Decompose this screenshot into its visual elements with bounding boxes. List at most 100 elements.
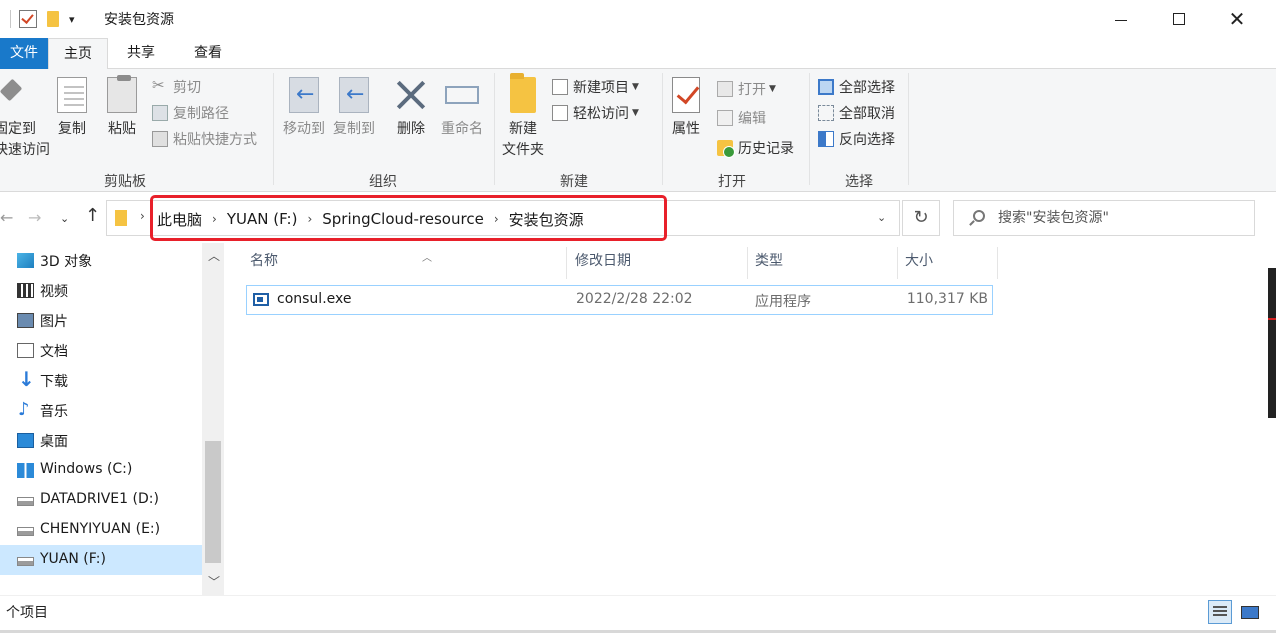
paste-button[interactable]: 粘贴: [104, 75, 140, 140]
sidebar-item-pictures[interactable]: 图片: [0, 305, 202, 335]
edit-icon: [717, 110, 733, 126]
scroll-thumb[interactable]: [205, 441, 221, 563]
easy-access-button[interactable]: 轻松访问 ▼: [552, 102, 639, 124]
sidebar-item-drive-c[interactable]: Windows (C:): [0, 455, 202, 485]
history-button[interactable]: 历史记录: [717, 137, 794, 159]
easy-access-label: 轻松访问: [573, 106, 629, 122]
maximize-icon: [1173, 13, 1185, 25]
column-header-date[interactable]: 修改日期: [571, 249, 746, 283]
refresh-button[interactable]: ↻: [902, 200, 940, 236]
qat-separator: [10, 10, 11, 28]
title-bar: ▾ 安装包资源 ✕: [0, 0, 1276, 38]
maximize-button[interactable]: [1150, 0, 1208, 38]
new-item-icon: [552, 79, 568, 95]
new-item-button[interactable]: 新建项目 ▼: [552, 76, 639, 98]
paste-shortcut-button[interactable]: 粘贴快捷方式: [152, 128, 257, 150]
sidebar-item-downloads[interactable]: 下载: [0, 365, 202, 395]
column-divider[interactable]: [997, 247, 998, 279]
sidebar-item-desktop[interactable]: 桌面: [0, 425, 202, 455]
delete-button[interactable]: 删除: [392, 77, 430, 140]
rename-icon: [445, 86, 479, 104]
large-icons-view-icon[interactable]: [1237, 600, 1261, 624]
tab-share[interactable]: 共享: [116, 38, 166, 69]
sort-ascending-icon: ︿: [422, 253, 432, 264]
copy-button[interactable]: 复制: [54, 77, 90, 140]
tab-home[interactable]: 主页: [48, 38, 108, 70]
column-header-name[interactable]: 名称 ︿: [246, 249, 566, 283]
drive-icon: [17, 527, 34, 536]
paste-label: 粘贴: [108, 121, 136, 137]
sidebar-item-label: 桌面: [40, 434, 68, 450]
details-view-icon[interactable]: [1208, 600, 1232, 624]
search-box[interactable]: [953, 200, 1255, 236]
status-item-count: 个项目: [6, 605, 48, 621]
properties-check-icon[interactable]: [19, 10, 37, 28]
pin-to-quick-access-button[interactable]: 固定到 快速访问: [0, 77, 50, 161]
desktop-icon: [17, 433, 34, 448]
customize-qat-icon[interactable]: ▾: [69, 13, 75, 26]
address-dropdown-icon[interactable]: ⌄: [877, 211, 886, 224]
sidebar-item-videos[interactable]: 视频: [0, 275, 202, 305]
sidebar-item-drive-e[interactable]: CHENYIYUAN (E:): [0, 515, 202, 545]
sidebar-item-documents[interactable]: 文档: [0, 335, 202, 365]
invert-selection-button[interactable]: 反向选择: [818, 128, 895, 150]
search-input[interactable]: [998, 208, 1238, 228]
copy-path-icon: [152, 105, 168, 121]
group-label-open: 打开: [718, 174, 746, 190]
group-label-clipboard: 剪贴板: [104, 174, 146, 190]
forward-icon[interactable]: →: [28, 208, 41, 227]
cut-button[interactable]: 剪切: [152, 76, 201, 98]
paste-icon: [107, 75, 137, 113]
scroll-up-icon[interactable]: ︿: [208, 247, 220, 264]
properties-button[interactable]: 属性: [668, 77, 704, 140]
3d-objects-icon: [17, 253, 34, 268]
select-all-label: 全部选择: [839, 80, 895, 96]
sidebar-item-music[interactable]: 音乐: [0, 395, 202, 425]
sidebar-item-3d-objects[interactable]: 3D 对象: [0, 245, 202, 275]
column-divider[interactable]: [566, 247, 567, 279]
back-icon[interactable]: ←: [0, 208, 13, 227]
cut-label: 剪切: [173, 80, 201, 96]
rename-button[interactable]: 重命名: [438, 77, 486, 140]
group-separator: [809, 73, 810, 185]
sidebar-scrollbar[interactable]: ︿ ﹀: [202, 243, 224, 595]
group-separator: [908, 73, 909, 185]
new-folder-icon[interactable]: [47, 11, 59, 27]
tab-view[interactable]: 查看: [180, 38, 236, 69]
rename-label: 重命名: [441, 121, 483, 137]
tab-file[interactable]: 文件: [0, 38, 48, 69]
group-separator: [662, 73, 663, 185]
history-label: 历史记录: [738, 141, 794, 157]
minimize-button[interactable]: [1092, 0, 1150, 38]
sidebar-item-drive-f[interactable]: YUAN (F:): [0, 545, 202, 575]
breadcrumb-separator[interactable]: ›: [140, 209, 145, 223]
music-icon: [17, 399, 34, 420]
column-header-size[interactable]: 大小: [901, 249, 996, 283]
column-header-type[interactable]: 类型: [751, 249, 895, 283]
exe-icon: [253, 293, 269, 306]
copy-to-button[interactable]: 复制到: [330, 77, 378, 140]
sidebar-item-drive-d[interactable]: DATADRIVE1 (D:): [0, 485, 202, 515]
new-folder-label-line1: 新建: [509, 121, 537, 137]
close-button[interactable]: ✕: [1208, 0, 1266, 38]
select-all-button[interactable]: 全部选择: [818, 76, 895, 98]
move-to-button[interactable]: 移动到: [280, 77, 328, 140]
copy-path-button[interactable]: 复制路径: [152, 102, 229, 124]
background-window-edge: [1268, 160, 1276, 633]
select-none-button[interactable]: 全部取消: [818, 102, 895, 124]
file-name: consul.exe: [277, 291, 352, 307]
column-divider[interactable]: [897, 247, 898, 279]
edit-button[interactable]: 编辑: [717, 107, 766, 129]
open-button[interactable]: 打开 ▼: [717, 78, 776, 100]
scroll-down-icon[interactable]: ﹀: [208, 573, 220, 590]
sidebar-item-label: 音乐: [40, 404, 68, 420]
up-icon[interactable]: ↑: [85, 205, 100, 226]
recent-locations-icon[interactable]: ⌄: [60, 212, 69, 225]
delete-label: 删除: [397, 121, 425, 137]
group-separator: [273, 73, 274, 185]
sidebar-item-label: 图片: [40, 314, 68, 330]
new-folder-button[interactable]: 新建 文件夹: [499, 73, 547, 161]
column-divider[interactable]: [747, 247, 748, 279]
documents-icon: [17, 343, 34, 358]
file-row[interactable]: consul.exe 2022/2/28 22:02 应用程序 110,317 …: [246, 285, 993, 315]
